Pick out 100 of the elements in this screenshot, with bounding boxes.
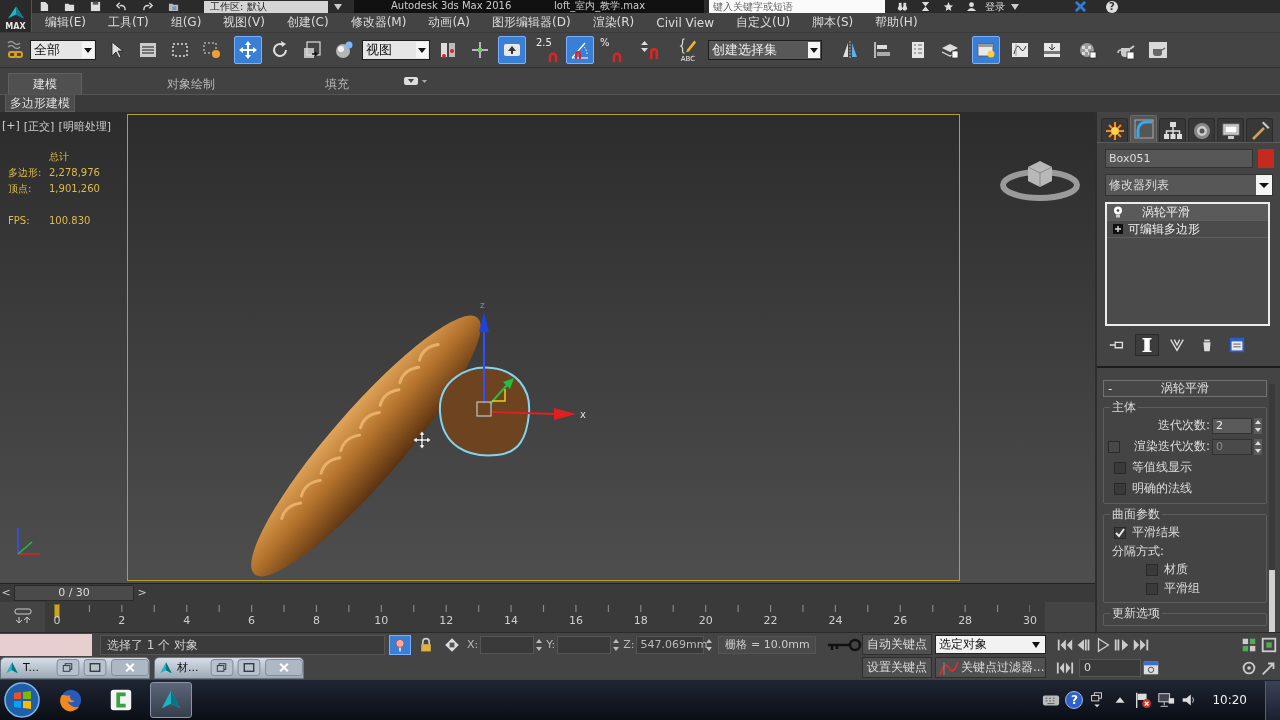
ribbon-tab[interactable]: 对象绘制 [142, 73, 240, 94]
caret-icon[interactable] [1011, 3, 1019, 10]
viewport-menu-label[interactable]: [+] [2, 119, 20, 134]
start-button[interactable] [2, 681, 42, 719]
exchange-cross-icon[interactable] [1075, 1, 1086, 12]
percent-snap-button[interactable]: % [598, 36, 626, 64]
angle-snap-button[interactable] [566, 36, 594, 64]
shortcut-override-button[interactable] [498, 36, 526, 64]
track-bar[interactable]: 0 2 4 6 8 10 12 14 16 18 20 22 24 26 28 30 [45, 602, 1045, 632]
project-folder-icon[interactable] [168, 1, 179, 12]
viewport-menu-label[interactable]: [明暗处理] [58, 119, 111, 134]
move-gizmo[interactable] [476, 312, 576, 420]
menu-item[interactable]: 组(G) [170, 14, 202, 31]
stack-item[interactable]: 涡轮平滑 [1107, 204, 1268, 221]
menu-item[interactable]: 创建(C) [286, 14, 329, 31]
key-filters-button[interactable]: 关键点过滤器... [935, 657, 1046, 678]
motion-tab[interactable] [1188, 118, 1215, 142]
menu-item[interactable]: 动画(A) [428, 14, 470, 31]
menu-item[interactable]: 修改器(M) [350, 14, 407, 31]
checkbox[interactable] [1146, 582, 1158, 595]
menu-item[interactable]: 编辑(E) [45, 14, 86, 31]
scrollbar-thumb[interactable] [1269, 570, 1275, 632]
move-button[interactable] [234, 36, 262, 64]
ribbon-panel-tab[interactable]: 多边形建模 [5, 95, 75, 112]
show-end-result-button[interactable] [1135, 334, 1159, 356]
close-icon[interactable] [110, 659, 150, 676]
key-target-dropdown[interactable]: 选定对象 [935, 635, 1046, 654]
viewport[interactable]: [+] [正交] [明暗处理] 总计 多边形: 2,278,976 顶点: 1,901,260 FPS: 100.830 z x [0, 112, 1095, 583]
selection-filter-dropdown[interactable]: 全部 [30, 40, 96, 60]
max-taskbar-button[interactable] [150, 682, 192, 718]
checkbox[interactable] [1114, 482, 1126, 495]
auto-key-button[interactable]: 自动关键点 [862, 634, 932, 655]
star-icon[interactable] [943, 1, 954, 12]
ribbon-toggle-button[interactable] [972, 36, 1000, 64]
stack-item[interactable]: 可编辑多边形 [1107, 221, 1268, 238]
spinner-arrows-icon[interactable] [1254, 417, 1262, 434]
menu-item[interactable]: Civil View [656, 15, 715, 30]
spinner-arrows-icon[interactable] [1254, 438, 1262, 455]
track-bar-toggle-icon[interactable] [12, 608, 33, 626]
checkbox[interactable] [1114, 526, 1126, 539]
menu-item[interactable]: 工具(T) [107, 14, 149, 31]
search-field[interactable]: 键入关键字或短语 [709, 0, 885, 13]
selected-object[interactable] [439, 366, 531, 457]
restore-icon[interactable] [56, 659, 80, 676]
menu-item[interactable]: 视图(V) [223, 14, 265, 31]
clock-time[interactable]: 10:20 [1212, 693, 1247, 707]
create-tab[interactable] [1101, 118, 1128, 142]
object-name-field[interactable]: Box051 [1105, 149, 1253, 168]
help-button[interactable]: ? [1106, 0, 1118, 13]
caret-icon[interactable] [334, 3, 342, 10]
spinner-field[interactable]: 2 [1212, 417, 1252, 434]
flag-icon[interactable] [1134, 691, 1153, 709]
help-button[interactable]: ? [1065, 691, 1084, 709]
time-slider-track[interactable]: < 0 / 30 > [0, 583, 1095, 602]
menu-item[interactable]: 渲染(R) [592, 14, 635, 31]
coordinate-field[interactable] [557, 635, 612, 654]
user-icon[interactable] [966, 1, 977, 12]
menu-item[interactable]: 图形编辑器(D) [491, 14, 571, 31]
coordinate-field[interactable] [480, 635, 535, 654]
snap-toggle-button[interactable]: 2.5 [534, 36, 562, 64]
zoom-extents-icon[interactable] [1260, 635, 1278, 654]
hierarchy-tab[interactable] [1159, 118, 1186, 142]
object-color-swatch[interactable] [1258, 149, 1274, 168]
checkbox[interactable] [1146, 563, 1158, 576]
network-monitor-icon[interactable] [1157, 691, 1176, 709]
menu-item[interactable]: 自定义(U) [736, 14, 791, 31]
menu-item[interactable]: 脚本(S) [812, 14, 854, 31]
coordinate-field[interactable]: 547.069mm [636, 635, 705, 654]
application-button[interactable]: MAX [0, 0, 32, 32]
utilities-tab[interactable] [1246, 118, 1273, 142]
script-listener-field[interactable] [0, 633, 92, 656]
bread-model[interactable] [251, 315, 481, 577]
close-icon[interactable] [264, 659, 304, 676]
restore-icon[interactable] [210, 659, 234, 676]
set-key-button[interactable]: 设置关键点 [862, 657, 932, 678]
expand-box-icon[interactable] [1113, 224, 1123, 234]
workspace-dropdown[interactable]: 工作区: 默认 [204, 0, 328, 13]
isolate-toggle[interactable] [389, 634, 411, 655]
reference-coordinate-dropdown[interactable]: 视图 [362, 40, 430, 60]
binoculars-icon[interactable] [897, 1, 908, 12]
rollout-header[interactable]: - 涡轮平滑 [1103, 380, 1267, 397]
ribbon-tab[interactable]: 建模 [8, 73, 82, 94]
named-selection-dropdown[interactable]: 创建选择集 [708, 40, 822, 60]
minimized-window[interactable]: T... [0, 656, 150, 679]
time-slider-thumb[interactable]: 0 / 30 [14, 585, 134, 601]
checkbox[interactable] [1114, 461, 1126, 474]
redo-arrow-icon[interactable] [142, 1, 153, 12]
show-desktop-button[interactable] [1265, 680, 1280, 720]
maximize-icon[interactable] [83, 659, 107, 676]
menu-item[interactable]: 帮助(H) [875, 14, 918, 31]
minimized-window[interactable]: 材... [154, 656, 304, 679]
current-frame-marker[interactable] [54, 604, 60, 618]
modifier-stack[interactable]: 涡轮平滑 可编辑多边形 [1105, 202, 1270, 326]
display-tab[interactable] [1217, 118, 1244, 142]
sign-in-link[interactable]: 登录 [985, 0, 1005, 13]
modifier-list-dropdown[interactable]: 修改器列表 [1105, 174, 1273, 196]
ribbon-tab[interactable]: 填充 [300, 73, 374, 94]
current-frame-field[interactable]: 0 [1079, 658, 1141, 677]
options-caret-icon[interactable] [404, 76, 428, 86]
scrollbar[interactable] [1269, 384, 1275, 632]
